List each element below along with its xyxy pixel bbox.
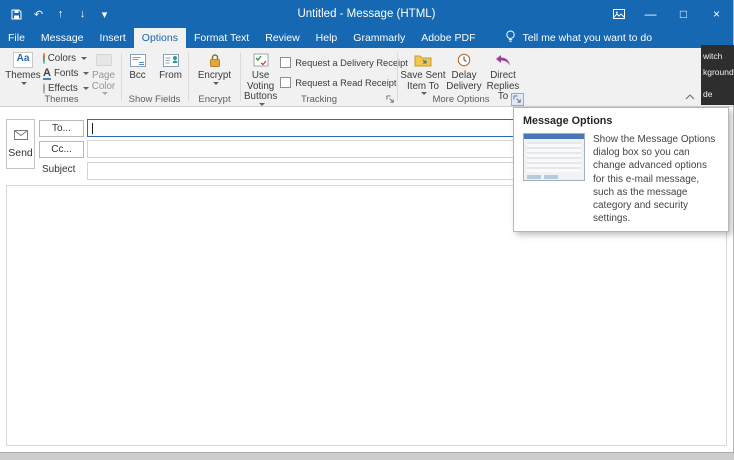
dropdown-arrow-icon [212, 81, 219, 85]
fonts-icon: A [43, 66, 51, 80]
tooltip-title: Message Options [523, 115, 613, 127]
tab-adobe-pdf[interactable]: Adobe PDF [413, 28, 483, 48]
ribbon-group-encrypt: Encrypt Encrypt [189, 48, 240, 106]
undo-icon[interactable]: ↶ [31, 6, 46, 22]
checkbox-icon [280, 57, 292, 68]
occluded-window-fragment: witch kground de [701, 45, 734, 105]
cc-button[interactable]: Cc... [39, 141, 84, 158]
window-bottom-edge [0, 452, 734, 460]
tab-format-text[interactable]: Format Text [186, 28, 257, 48]
group-label-themes: Themes [44, 94, 79, 105]
ribbon-group-tracking: Use Voting Buttons Request a Delivery Re… [241, 48, 408, 106]
ribbon: Aa Themes Colors A Fonts Effects Page Co… [0, 48, 733, 107]
from-icon [162, 51, 179, 69]
tab-insert[interactable]: Insert [92, 28, 134, 48]
save-icon[interactable] [9, 6, 24, 22]
minimize-button[interactable]: — [634, 0, 667, 28]
lightbulb-icon [505, 30, 516, 46]
close-button[interactable]: × [700, 0, 733, 28]
ribbon-group-more-options: Save Sent Item To Delay Delivery Direct … [398, 48, 524, 106]
quick-access-toolbar: ↶ ↑ ↓ ▾ [0, 6, 112, 22]
ribbon-group-show-fields: Bcc From Show Fields [122, 48, 187, 106]
voting-icon [253, 51, 269, 69]
page-color-button: Page Color [87, 48, 120, 95]
folder-icon [414, 51, 432, 69]
group-label-encrypt: Encrypt [198, 94, 231, 105]
tab-file[interactable]: File [0, 28, 33, 48]
tab-grammarly[interactable]: Grammarly [345, 28, 413, 48]
envelope-icon [13, 129, 28, 143]
tooltip-body: Show the Message Options dialog box so y… [593, 134, 716, 225]
themes-button[interactable]: Aa Themes [5, 48, 41, 95]
titlebar-image-icon[interactable] [604, 0, 634, 28]
reply-arrow-icon [495, 51, 511, 69]
clock-icon [457, 51, 471, 69]
from-button[interactable]: From [156, 48, 186, 82]
group-label-tracking: Tracking [300, 94, 338, 105]
tell-me-label: Tell me what you want to do [522, 32, 653, 44]
subject-label: Subject [42, 164, 76, 175]
customize-qat-icon[interactable]: ▾ [97, 6, 112, 22]
previous-item-icon[interactable]: ↑ [53, 6, 68, 22]
ribbon-group-themes: Aa Themes Colors A Fonts Effects Page Co… [3, 48, 120, 106]
colors-icon [43, 53, 45, 64]
encrypt-button[interactable]: Encrypt [192, 48, 238, 85]
maximize-button[interactable]: □ [667, 0, 700, 28]
to-button[interactable]: To... [39, 120, 84, 137]
tab-options[interactable]: Options [133, 28, 186, 48]
dropdown-arrow-icon [21, 81, 27, 85]
next-item-icon[interactable]: ↓ [75, 6, 90, 22]
tab-review[interactable]: Review [257, 28, 307, 48]
group-label-show-fields: Show Fields [128, 94, 181, 105]
group-label-more-options: More Options [432, 94, 490, 105]
tracking-dialog-launcher-icon[interactable] [384, 93, 397, 106]
collapse-ribbon-icon[interactable] [683, 92, 697, 102]
page-color-icon [95, 51, 112, 69]
ribbon-tab-bar: File Message Insert Options Format Text … [0, 28, 733, 48]
request-read-receipt-checkbox[interactable]: Request a Read Receipt [280, 77, 408, 88]
lock-icon [208, 51, 222, 69]
tab-help[interactable]: Help [308, 28, 346, 48]
fragment-text: kground [703, 67, 734, 77]
tab-message[interactable]: Message [33, 28, 92, 48]
colors-button[interactable]: Colors [41, 52, 87, 65]
effects-icon [43, 83, 45, 94]
themes-icon: Aa [13, 51, 33, 69]
bcc-icon [129, 51, 146, 69]
fonts-button[interactable]: A Fonts [41, 66, 90, 80]
send-button[interactable]: Send [6, 119, 35, 169]
fragment-text: de [703, 89, 713, 99]
fragment-text: witch [703, 51, 723, 61]
checkbox-icon [280, 77, 292, 88]
message-options-dialog-thumbnail [523, 133, 585, 181]
message-options-tooltip: Message Options Show the Message Options… [513, 107, 729, 232]
bcc-button[interactable]: Bcc [124, 48, 152, 82]
request-delivery-receipt-checkbox[interactable]: Request a Delivery Receipt [280, 57, 408, 68]
titlebar: ↶ ↑ ↓ ▾ Untitled - Message (HTML) — □ × [0, 0, 733, 28]
tell-me-box[interactable]: Tell me what you want to do [505, 28, 652, 48]
more-options-dialog-launcher-icon[interactable] [511, 93, 524, 106]
